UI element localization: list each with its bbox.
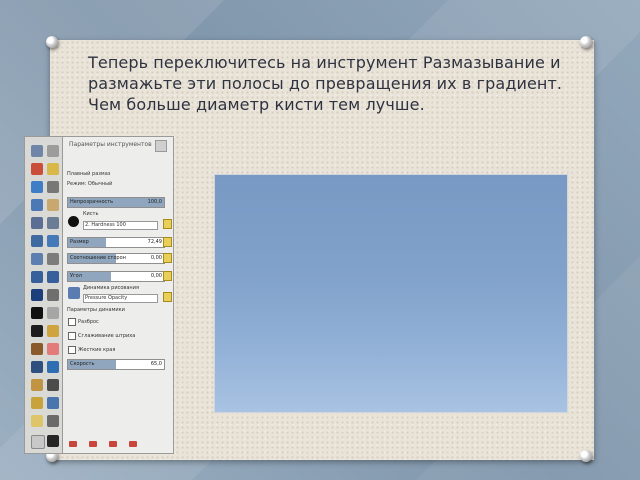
zoom-tool-icon[interactable] xyxy=(31,217,43,229)
eraser-tool-icon[interactable] xyxy=(47,343,59,355)
free-select-tool-icon[interactable] xyxy=(31,163,43,175)
brush-name-field[interactable]: 2. Hardness 100 xyxy=(83,221,158,230)
reset-aspect-icon[interactable] xyxy=(163,253,172,263)
clone-tool-icon[interactable] xyxy=(31,379,43,391)
push-pin-icon xyxy=(46,36,58,48)
rect-select-tool-icon[interactable] xyxy=(31,145,43,157)
brush-edit-icon[interactable] xyxy=(163,219,172,229)
perspective-clone-tool-icon[interactable] xyxy=(31,397,43,409)
color-swatch-icon[interactable] xyxy=(31,435,45,449)
paths-tool-icon[interactable] xyxy=(31,199,43,211)
push-pin-icon xyxy=(580,36,592,48)
rate-label: Скорость xyxy=(70,361,95,367)
dynamics-name-field[interactable]: Pressure Opacity xyxy=(83,294,158,303)
dynamics-icon[interactable] xyxy=(68,287,80,299)
dynamics-edit-icon[interactable] xyxy=(163,292,172,302)
color-select-tool-icon[interactable] xyxy=(31,181,43,193)
smooth-stroke-checkbox[interactable] xyxy=(68,332,76,340)
airbrush-tool-icon[interactable] xyxy=(31,361,43,373)
aspect-label: Соотношение сторон xyxy=(70,255,126,261)
gradient-canvas[interactable] xyxy=(214,174,568,413)
hard-edges-label: Жесткие края xyxy=(78,347,116,353)
angle-label: Угол xyxy=(70,273,82,279)
size-slider[interactable]: Размер 72,49 xyxy=(67,237,165,248)
text-tool-icon[interactable] xyxy=(31,307,43,319)
reset-angle-icon[interactable] xyxy=(163,271,172,281)
rotate-tool-icon[interactable] xyxy=(47,253,59,265)
fuzzy-select-tool-icon[interactable] xyxy=(47,163,59,175)
rate-slider[interactable]: Скорость 65,0 xyxy=(67,359,165,370)
scatter-label: Разброс xyxy=(78,319,99,325)
opacity-value: 100,0 xyxy=(147,199,162,205)
reset-options-icon[interactable] xyxy=(129,441,137,447)
slide-instruction: Теперь переключитесь на инструмент Разма… xyxy=(88,53,563,114)
heal-tool-icon[interactable] xyxy=(47,379,59,391)
delete-options-icon[interactable] xyxy=(109,441,117,447)
aspect-value: 0,00 xyxy=(150,255,162,261)
aspect-slider[interactable]: Соотношение сторон 0,00 xyxy=(67,253,165,264)
paintbrush-tool-icon[interactable] xyxy=(31,343,43,355)
brush-label: Кисть xyxy=(83,211,99,217)
flip-tool-icon[interactable] xyxy=(47,289,59,301)
opacity-slider[interactable]: Непрозрачность 100,0 xyxy=(67,197,165,208)
crop-tool-icon[interactable] xyxy=(31,253,43,265)
ellipse-select-tool-icon[interactable] xyxy=(47,145,59,157)
smudge-tool-icon[interactable] xyxy=(31,415,43,427)
dynamics-options-expander[interactable]: Параметры динамики xyxy=(67,307,125,313)
tool-options-title: Параметры инструментов xyxy=(69,141,152,148)
align-tool-icon[interactable] xyxy=(47,235,59,247)
restore-options-icon[interactable] xyxy=(89,441,97,447)
bucket-fill-tool-icon[interactable] xyxy=(47,307,59,319)
tool-options-panel: Параметры инструментов Плавный размаз Ре… xyxy=(62,136,174,454)
scissors-tool-icon[interactable] xyxy=(47,181,59,193)
perspective-tool-icon[interactable] xyxy=(31,289,43,301)
ink-tool-icon[interactable] xyxy=(47,361,59,373)
hard-edges-checkbox[interactable] xyxy=(68,346,76,354)
panel-menu-icon[interactable] xyxy=(155,140,167,152)
dynamics-label: Динамика рисования xyxy=(83,285,139,291)
blend-label: Плавный размаз xyxy=(67,171,111,177)
push-pin-icon xyxy=(580,450,592,462)
dodge-burn-tool-icon[interactable] xyxy=(47,415,59,427)
brush-preview-icon[interactable] xyxy=(68,216,79,227)
scale-tool-icon[interactable] xyxy=(31,271,43,283)
scatter-checkbox[interactable] xyxy=(68,318,76,326)
color-swatch-icon[interactable] xyxy=(47,435,59,447)
panel-bottom-icons xyxy=(69,441,167,449)
color-picker-tool-icon[interactable] xyxy=(47,199,59,211)
angle-slider[interactable]: Угол 0,00 xyxy=(67,271,165,282)
reset-size-icon[interactable] xyxy=(163,237,172,247)
smooth-stroke-label: Сглаживание штриха xyxy=(78,333,136,339)
shear-tool-icon[interactable] xyxy=(47,271,59,283)
gimp-toolbox xyxy=(24,136,64,454)
measure-tool-icon[interactable] xyxy=(47,217,59,229)
angle-value: 0,00 xyxy=(150,273,162,279)
blend-tool-icon[interactable] xyxy=(31,325,43,337)
size-value: 72,49 xyxy=(147,239,162,245)
blur-tool-icon[interactable] xyxy=(47,397,59,409)
save-options-icon[interactable] xyxy=(69,441,77,447)
rate-value: 65,0 xyxy=(150,361,162,367)
size-label: Размер xyxy=(70,239,89,245)
mode-label[interactable]: Режим: Обычный xyxy=(67,181,112,187)
opacity-label: Непрозрачность xyxy=(70,199,114,205)
pencil-tool-icon[interactable] xyxy=(47,325,59,337)
move-tool-icon[interactable] xyxy=(31,235,43,247)
